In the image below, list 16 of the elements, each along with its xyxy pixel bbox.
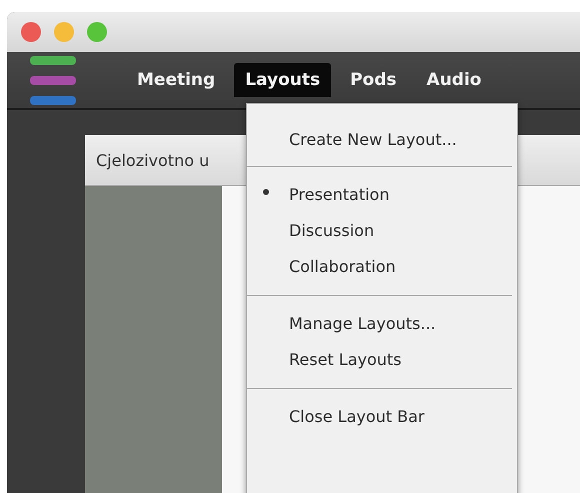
- menu-option[interactable]: Create New Layout...: [247, 122, 517, 158]
- menu-option[interactable]: Manage Layouts...: [247, 306, 517, 342]
- menu-item[interactable]: Pods: [339, 63, 408, 97]
- menu-option[interactable]: Close Layout Bar: [247, 399, 517, 435]
- menu-item[interactable]: Audio: [416, 63, 492, 97]
- close-button[interactable]: [21, 22, 41, 42]
- zoom-button[interactable]: [87, 22, 107, 42]
- menu-option[interactable]: Reset Layouts: [247, 342, 517, 378]
- minimize-button[interactable]: [54, 22, 74, 42]
- menu-option[interactable]: Presentation: [247, 177, 517, 213]
- menu-option[interactable]: Collaboration: [247, 249, 517, 285]
- pod-title: Cjelozivotno u: [96, 150, 210, 170]
- menu-item[interactable]: Meeting: [126, 63, 226, 97]
- menu-item[interactable]: Layouts: [234, 63, 332, 97]
- logo-icon: [30, 56, 76, 108]
- menu-option[interactable]: Discussion: [247, 213, 517, 249]
